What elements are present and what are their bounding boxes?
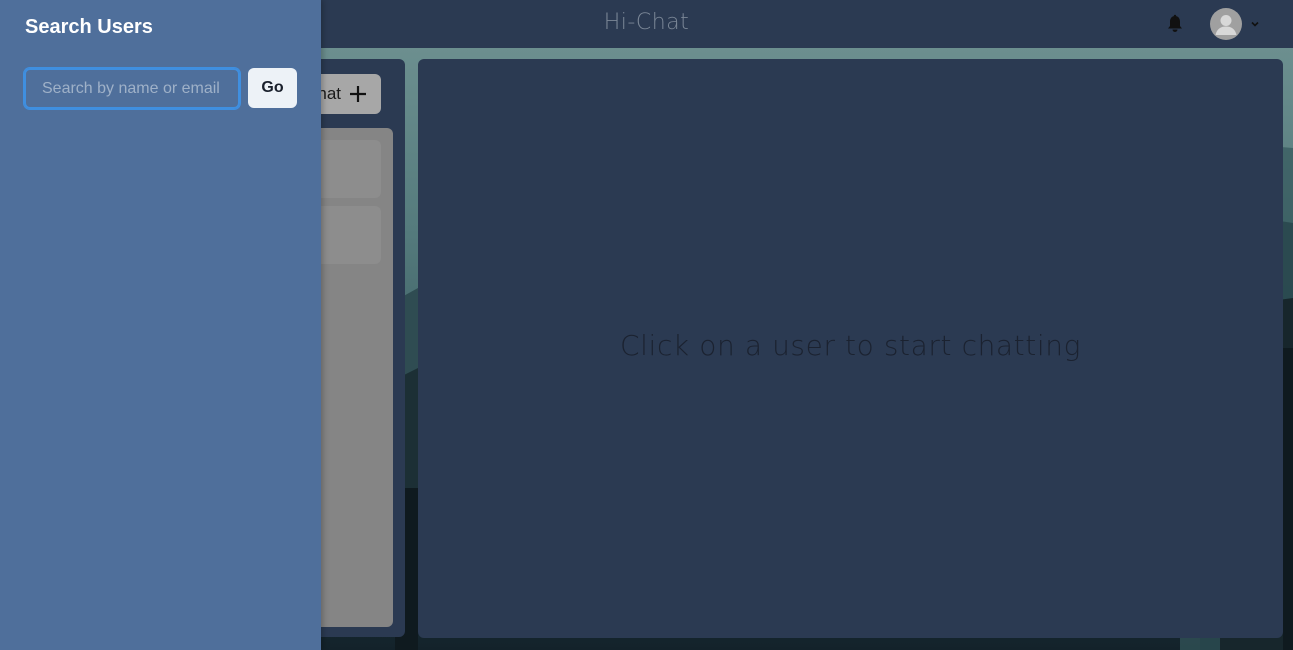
profile-menu-button[interactable] <box>1210 7 1260 41</box>
search-input[interactable] <box>24 68 240 109</box>
empty-chat-message: Click on a user to start chatting <box>620 329 1081 362</box>
user-avatar-icon <box>1210 8 1242 40</box>
drawer-title: Search Users <box>25 16 153 38</box>
bell-icon[interactable] <box>1165 14 1185 34</box>
plus-icon <box>350 86 366 102</box>
chat-window: Click on a user to start chatting <box>418 59 1283 638</box>
search-users-drawer: Search Users Go <box>0 0 321 650</box>
go-button[interactable]: Go <box>248 68 297 108</box>
app-page: Hi-Chat hat Click on a user to start cha… <box>0 0 1293 650</box>
chevron-down-icon <box>1251 21 1259 27</box>
